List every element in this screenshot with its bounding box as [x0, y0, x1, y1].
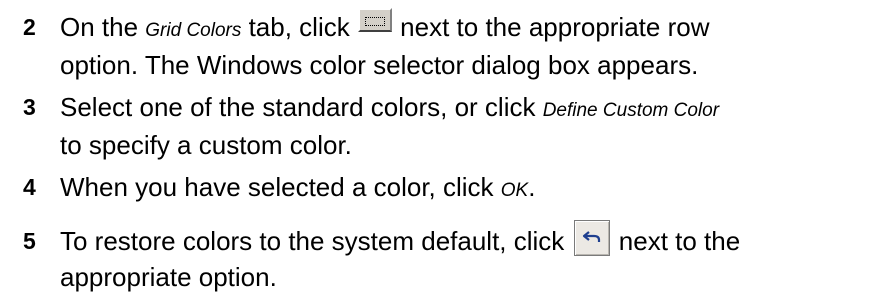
- undo-arrow-icon: [573, 220, 610, 256]
- step-number: 2: [23, 14, 36, 40]
- step-line: appropriate option.: [60, 262, 277, 292]
- step-number: 5: [23, 228, 36, 254]
- step-text: On the Grid Colors tab, click next to th…: [60, 8, 875, 82]
- step-line: To restore colors to the system default,…: [60, 220, 875, 260]
- text-fragment: next to the appropriate row: [392, 12, 710, 42]
- define-custom-color-reference: Define Custom Color: [542, 100, 720, 121]
- text-fragment: .: [528, 172, 536, 202]
- step-text: When you have selected a color, click OK…: [60, 170, 875, 208]
- step-line: to specify a custom color.: [60, 130, 352, 160]
- step-text: Select one of the standard colors, or cl…: [60, 90, 875, 162]
- ellipsis-button-icon: [357, 8, 392, 32]
- text-fragment: On the: [60, 12, 146, 42]
- step-line: When you have selected a color, click OK…: [60, 170, 875, 208]
- text-fragment: Select one of the standard colors, or cl…: [60, 92, 543, 122]
- ok-button-reference: OK: [500, 180, 529, 201]
- step-line: option. The Windows color selector dialo…: [60, 50, 699, 80]
- text-fragment: When you have selected a color, click: [60, 172, 501, 202]
- step-line: Select one of the standard colors, or cl…: [60, 90, 875, 128]
- grid-colors-tab-reference: Grid Colors: [145, 20, 242, 41]
- text-fragment: next to the: [611, 226, 741, 256]
- step-line: On the Grid Colors tab, click next to th…: [60, 8, 875, 48]
- step-number: 4: [23, 174, 36, 200]
- step-text: To restore colors to the system default,…: [60, 220, 875, 294]
- step-number: 3: [23, 94, 36, 120]
- text-fragment: tab, click: [241, 12, 357, 42]
- text-fragment: To restore colors to the system default,…: [60, 226, 572, 256]
